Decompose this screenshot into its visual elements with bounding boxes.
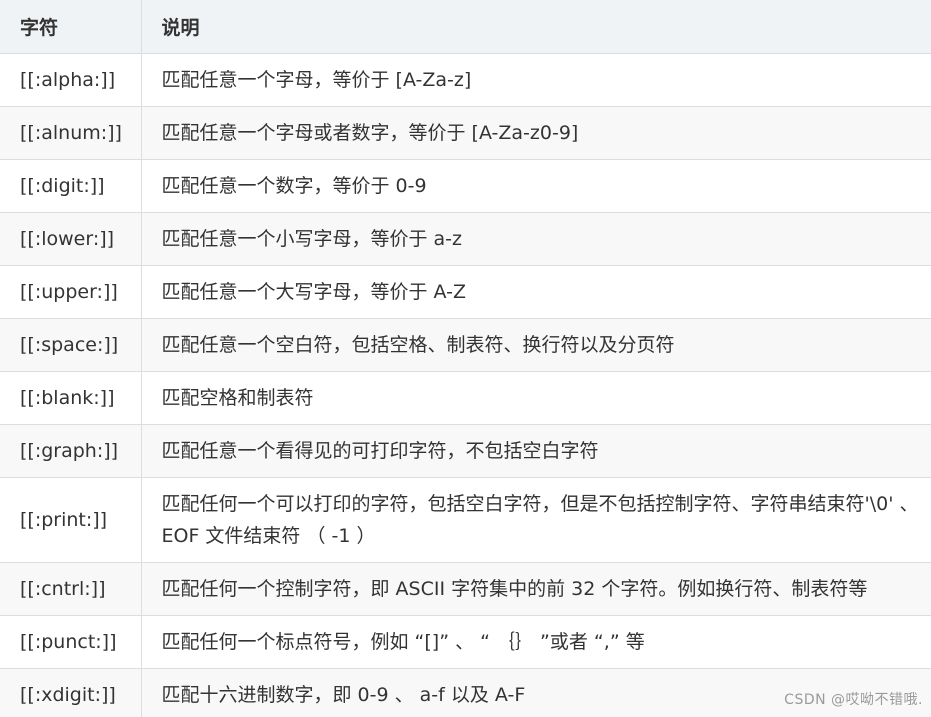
table-body: [[:alpha:]] 匹配任意一个字母，等价于 [A-Za-z] [[:aln… — [0, 53, 931, 717]
row-code: [[:digit:]] — [0, 159, 142, 213]
table-row: [[:alnum:]] 匹配任意一个字母或者数字，等价于 [A-Za-z0-9] — [0, 106, 931, 160]
watermark: CSDN @哎呦不错哦. — [784, 692, 923, 708]
row-description: 匹配任意一个空白符，包括空格、制表符、换行符以及分页符 — [141, 318, 931, 372]
row-description: 匹配空格和制表符 — [141, 371, 931, 425]
row-code: [[:graph:]] — [0, 424, 142, 478]
table-row: [[:lower:]] 匹配任意一个小写字母，等价于 a-z — [0, 212, 931, 266]
row-code: [[:punct:]] — [0, 615, 142, 669]
row-description: 匹配任意一个小写字母，等价于 a-z — [141, 212, 931, 266]
header-row: 字符 说明 — [0, 0, 931, 54]
table-row: [[:cntrl:]] 匹配任何一个控制字符，即 ASCII 字符集中的前 32… — [0, 562, 931, 616]
table-row: [[:upper:]] 匹配任意一个大写字母，等价于 A-Z — [0, 265, 931, 319]
row-code: [[:xdigit:]] — [0, 668, 142, 717]
table-row: [[:blank:]] 匹配空格和制表符 — [0, 371, 931, 425]
row-description: 匹配任何一个可以打印的字符，包括空白字符，但是不包括控制字符、字符串结束符'\0… — [141, 477, 931, 563]
row-code: [[:cntrl:]] — [0, 562, 142, 616]
row-description: 匹配任意一个字母或者数字，等价于 [A-Za-z0-9] — [141, 106, 931, 160]
header-description: 说明 — [141, 0, 931, 54]
character-class-table: 字符 说明 [[:alpha:]] 匹配任意一个字母，等价于 [A-Za-z] … — [0, 0, 931, 717]
row-code: [[:lower:]] — [0, 212, 142, 266]
row-code: [[:print:]] — [0, 477, 142, 563]
row-code: [[:alpha:]] — [0, 53, 142, 107]
table-row: [[:digit:]] 匹配任意一个数字，等价于 0-9 — [0, 159, 931, 213]
row-description: 匹配任意一个字母，等价于 [A-Za-z] — [141, 53, 931, 107]
row-code: [[:blank:]] — [0, 371, 142, 425]
row-code: [[:alnum:]] — [0, 106, 142, 160]
row-code: [[:space:]] — [0, 318, 142, 372]
row-description: 匹配任意一个数字，等价于 0-9 — [141, 159, 931, 213]
table-container: 字符 说明 [[:alpha:]] 匹配任意一个字母，等价于 [A-Za-z] … — [0, 0, 931, 717]
row-description: 匹配任何一个标点符号，例如 “[]” 、 “ ｛｝ ”或者 “,” 等 — [141, 615, 931, 669]
table-row: [[:graph:]] 匹配任意一个看得见的可打印字符，不包括空白字符 — [0, 424, 931, 478]
table-row: [[:punct:]] 匹配任何一个标点符号，例如 “[]” 、 “ ｛｝ ”或… — [0, 615, 931, 669]
table-row: [[:alpha:]] 匹配任意一个字母，等价于 [A-Za-z] — [0, 53, 931, 107]
table-header: 字符 说明 — [0, 0, 931, 54]
table-row: [[:print:]] 匹配任何一个可以打印的字符，包括空白字符，但是不包括控制… — [0, 477, 931, 563]
row-description: 匹配任意一个看得见的可打印字符，不包括空白字符 — [141, 424, 931, 478]
header-char: 字符 — [0, 0, 142, 54]
row-code: [[:upper:]] — [0, 265, 142, 319]
row-description: 匹配任意一个大写字母，等价于 A-Z — [141, 265, 931, 319]
table-row: [[:space:]] 匹配任意一个空白符，包括空格、制表符、换行符以及分页符 — [0, 318, 931, 372]
row-description: 匹配任何一个控制字符，即 ASCII 字符集中的前 32 个字符。例如换行符、制… — [141, 562, 931, 616]
